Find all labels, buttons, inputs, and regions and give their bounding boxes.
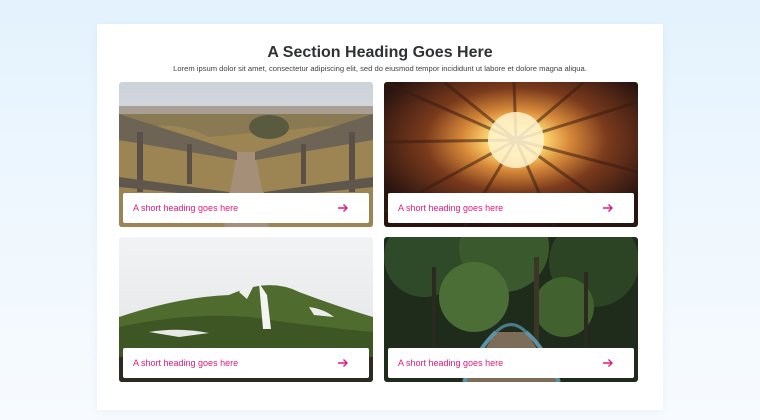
card-link[interactable]: A short heading goes here [388, 193, 634, 223]
card-title: A short heading goes here [133, 358, 239, 368]
card-boardwalk[interactable]: A short heading goes here [119, 82, 373, 227]
card-link[interactable]: A short heading goes here [123, 348, 369, 378]
arrow-right-icon [603, 359, 613, 367]
card-courtyard[interactable]: A short heading goes here [384, 82, 638, 227]
card-link[interactable]: A short heading goes here [123, 193, 369, 223]
card-title: A short heading goes here [133, 203, 239, 213]
card-forest[interactable]: A short heading goes here [384, 237, 638, 382]
card-title: A short heading goes here [398, 358, 504, 368]
arrow-right-icon [338, 359, 348, 367]
card-link[interactable]: A short heading goes here [388, 348, 634, 378]
content-section: A Section Heading Goes Here Lorem ipsum … [97, 24, 663, 410]
section-subheading: Lorem ipsum dolor sit amet, consectetur … [173, 64, 587, 73]
section-heading: A Section Heading Goes Here [267, 44, 493, 61]
card-title: A short heading goes here [398, 203, 504, 213]
arrow-right-icon [603, 204, 613, 212]
arrow-right-icon [338, 204, 348, 212]
card-hill[interactable]: A short heading goes here [119, 237, 373, 382]
